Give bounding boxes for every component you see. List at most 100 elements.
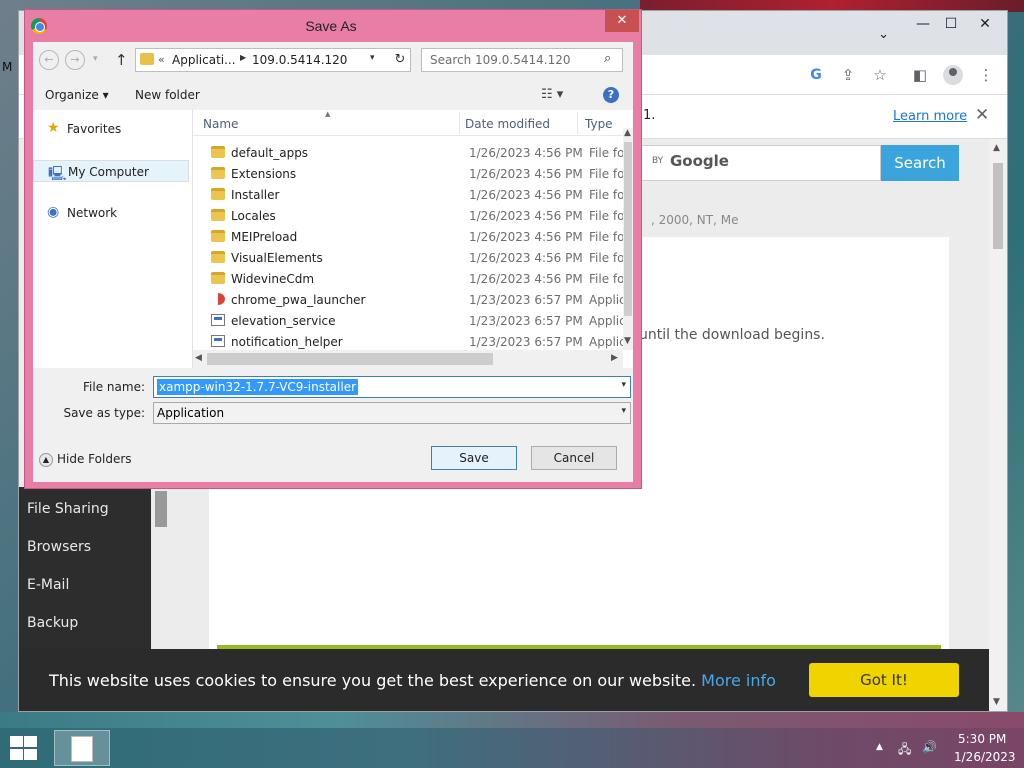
- help-icon[interactable]: ?: [603, 87, 619, 103]
- breadcrumb-chevron-icon[interactable]: ▶: [240, 53, 246, 62]
- cookie-text: This website uses cookies to ensure you …: [49, 671, 776, 690]
- share-icon[interactable]: ⇪: [837, 64, 859, 86]
- application-icon: [211, 335, 225, 347]
- folder-icon: [140, 53, 154, 65]
- file-type: Applic: [589, 293, 623, 307]
- profile-avatar[interactable]: [943, 65, 963, 85]
- chevron-up-icon: ▲: [39, 452, 53, 467]
- sidebar-item-backup[interactable]: Backup: [27, 615, 78, 631]
- scroll-up-icon[interactable]: ▲: [624, 128, 631, 138]
- file-row[interactable]: WidevineCdm 1/26/2023 4:56 PM File fol: [193, 268, 623, 289]
- file-date: 1/26/2023 4:56 PM: [469, 251, 583, 265]
- folder-icon: [211, 146, 225, 158]
- address-overflow[interactable]: «: [158, 53, 165, 66]
- scroll-down-icon[interactable]: ▼: [624, 336, 631, 346]
- new-folder-button[interactable]: New folder: [135, 88, 200, 102]
- network-tray-icon[interactable]: 🖧: [898, 740, 911, 761]
- up-arrow-icon[interactable]: ↑: [115, 51, 128, 69]
- dialog-title: Save As: [305, 18, 357, 34]
- clock-date[interactable]: 1/26/2023: [954, 750, 1016, 764]
- close-window-button[interactable]: ✕: [969, 13, 1001, 35]
- learn-more-link[interactable]: Learn more: [893, 109, 967, 124]
- savetype-dropdown-icon[interactable]: ▾: [621, 406, 626, 416]
- file-row[interactable]: default_apps 1/26/2023 4:56 PM File fol: [193, 142, 623, 163]
- file-row[interactable]: chrome_pwa_launcher 1/23/2023 6:57 PM Ap…: [193, 289, 623, 310]
- start-button[interactable]: [8, 736, 38, 760]
- recent-locations-icon[interactable]: ▾: [93, 54, 98, 64]
- address-dropdown-icon[interactable]: ▾: [370, 53, 375, 63]
- column-separator[interactable]: [577, 112, 578, 134]
- file-row[interactable]: elevation_service 1/23/2023 6:57 PM Appl…: [193, 310, 623, 331]
- scroll-left-icon[interactable]: ◀: [195, 353, 202, 363]
- volume-icon[interactable]: 🔊: [922, 740, 937, 754]
- file-name: Locales: [231, 209, 276, 223]
- site-search-button[interactable]: Search: [881, 145, 959, 181]
- cookie-accept-button[interactable]: Got It!: [809, 663, 959, 697]
- scroll-right-icon[interactable]: ▶: [611, 353, 618, 363]
- menu-icon[interactable]: ⋮: [975, 64, 997, 86]
- file-list-vertical-scrollbar[interactable]: ▲ ▼: [623, 128, 633, 350]
- scroll-up-icon[interactable]: ▲: [993, 143, 1000, 153]
- savetype-label: Save as type:: [63, 406, 145, 420]
- column-type[interactable]: Type: [585, 117, 613, 131]
- infobar-close-icon[interactable]: ✕: [975, 105, 989, 125]
- document-icon: [71, 736, 93, 762]
- search-icon: ⌕: [604, 51, 612, 66]
- file-row[interactable]: Installer 1/26/2023 4:56 PM File fol: [193, 184, 623, 205]
- cancel-button[interactable]: Cancel: [531, 446, 617, 470]
- forward-arrow-icon[interactable]: →: [65, 50, 85, 70]
- file-name: elevation_service: [231, 314, 336, 328]
- save-as-type-select[interactable]: Application ▾: [153, 402, 631, 424]
- save-as-dialog: Save As ✕ ← → ▾ ↑ « Applicati... ▶ 109.0…: [24, 9, 642, 489]
- filename-dropdown-icon[interactable]: ▾: [621, 380, 626, 390]
- breadcrumb-version[interactable]: 109.0.5414.120: [252, 53, 347, 67]
- filename-input[interactable]: xampp-win32-1.7.7-VC9-installer ▾: [153, 376, 631, 398]
- nav-item-favorites[interactable]: ★ Favorites: [33, 118, 189, 140]
- column-date-modified[interactable]: Date modified: [465, 117, 550, 131]
- side-panel-icon[interactable]: ◧: [909, 64, 931, 86]
- tray-overflow-icon[interactable]: ▲: [876, 742, 883, 752]
- sidebar-scrollbar[interactable]: [155, 491, 167, 527]
- bookmark-star-icon[interactable]: ☆: [869, 64, 891, 86]
- file-row[interactable]: Locales 1/26/2023 4:56 PM File fol: [193, 205, 623, 226]
- page-scrollbar[interactable]: ▲ ▼: [989, 139, 1007, 711]
- clock-time[interactable]: 5:30 PM: [958, 732, 1006, 746]
- taskbar-app[interactable]: [54, 730, 110, 766]
- dialog-titlebar[interactable]: Save As ✕: [25, 10, 641, 42]
- column-separator[interactable]: [459, 112, 460, 134]
- address-bar[interactable]: « Applicati... ▶ 109.0.5414.120 ▾: [135, 48, 411, 72]
- sidebar-item-email[interactable]: E-Mail: [27, 577, 69, 593]
- breadcrumb-applications[interactable]: Applicati...: [172, 53, 236, 67]
- nav-item-my-computer[interactable]: 🖳 My Computer: [33, 160, 189, 182]
- file-date: 1/23/2023 6:57 PM: [469, 293, 583, 307]
- site-search-input[interactable]: BY Google: [639, 145, 881, 181]
- folder-search-input[interactable]: Search 109.0.5414.120 ⌕: [421, 48, 623, 72]
- google-lens-icon[interactable]: G: [805, 64, 827, 86]
- hide-folders-button[interactable]: ▲ Hide Folders: [39, 452, 132, 467]
- file-row[interactable]: notification_helper 1/23/2023 6:57 PM Ap…: [193, 331, 623, 352]
- file-row[interactable]: Extensions 1/26/2023 4:56 PM File fol: [193, 163, 623, 184]
- file-row[interactable]: VisualElements 1/26/2023 4:56 PM File fo…: [193, 247, 623, 268]
- horizontal-scroll-thumb[interactable]: [207, 353, 493, 365]
- taskbar: ▲ 🖧 🔊 5:30 PM 1/26/2023: [0, 728, 1024, 768]
- view-options-icon[interactable]: ☷ ▾: [541, 87, 563, 102]
- file-row[interactable]: MEIPreload 1/26/2023 4:56 PM File fol: [193, 226, 623, 247]
- search-placeholder: Search 109.0.5414.120: [430, 53, 571, 67]
- file-list-horizontal-scrollbar[interactable]: ◀ ▶: [193, 350, 623, 368]
- sidebar-item-file-sharing[interactable]: File Sharing: [27, 501, 109, 517]
- tab-search-icon[interactable]: ⌄: [878, 27, 889, 42]
- star-icon: ★: [47, 120, 60, 136]
- refresh-icon[interactable]: ↻: [391, 52, 409, 70]
- organize-button[interactable]: Organize ▾: [45, 88, 109, 102]
- nav-item-network[interactable]: ◉ Network: [33, 202, 189, 224]
- dialog-close-button[interactable]: ✕: [605, 10, 639, 32]
- scroll-down-icon[interactable]: ▼: [993, 697, 1000, 707]
- page-scroll-thumb[interactable]: [993, 163, 1003, 249]
- cookie-more-info-link[interactable]: More info: [701, 671, 776, 690]
- column-name[interactable]: Name: [203, 117, 238, 131]
- back-arrow-icon[interactable]: ←: [39, 50, 59, 70]
- vertical-scroll-thumb[interactable]: [624, 142, 632, 316]
- maximize-button[interactable]: ☐: [935, 13, 967, 35]
- sidebar-item-browsers[interactable]: Browsers: [27, 539, 91, 555]
- save-button[interactable]: Save: [431, 446, 517, 470]
